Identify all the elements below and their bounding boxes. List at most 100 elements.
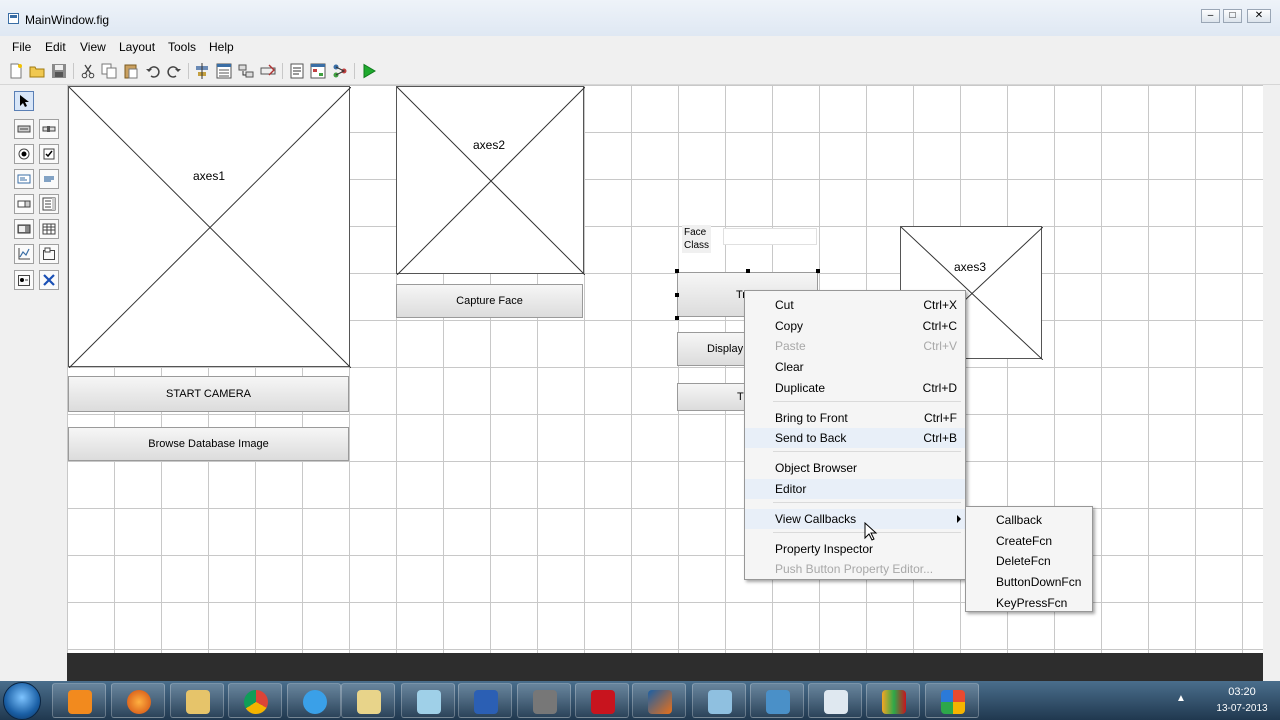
ctx-clear[interactable]: Clear bbox=[745, 357, 965, 377]
axes1[interactable]: axes1 bbox=[68, 86, 351, 368]
align-icon[interactable] bbox=[194, 63, 210, 79]
popup-menu-icon[interactable] bbox=[14, 194, 34, 214]
taskbar-explorer[interactable] bbox=[170, 683, 224, 718]
paste-icon[interactable] bbox=[123, 63, 139, 79]
live-messenger-icon bbox=[882, 690, 906, 714]
taskbar-document-viewer[interactable] bbox=[808, 683, 862, 718]
menu-view[interactable]: View bbox=[80, 40, 106, 54]
ctx-duplicate[interactable]: Duplicate Ctrl+D bbox=[745, 378, 965, 398]
menu-help[interactable]: Help bbox=[209, 40, 234, 54]
checkbox-icon[interactable] bbox=[39, 144, 59, 164]
submenu-keypressfcn[interactable]: KeyPressFcn bbox=[966, 592, 1092, 612]
taskbar-acrobat[interactable] bbox=[575, 683, 629, 718]
table-icon[interactable] bbox=[39, 219, 59, 239]
face-class-label: Face Class bbox=[682, 225, 712, 253]
taskbar-media-player[interactable] bbox=[52, 683, 106, 718]
save-icon[interactable] bbox=[51, 63, 67, 79]
pushbutton-icon[interactable] bbox=[14, 119, 34, 139]
ctx-object-browser[interactable]: Object Browser bbox=[745, 458, 965, 478]
submenu-buttondownfcn[interactable]: ButtonDownFcn bbox=[966, 571, 1092, 591]
taskbar-chrome[interactable] bbox=[228, 683, 282, 718]
toolbar-separator bbox=[282, 63, 283, 79]
axes-placeholder-cross bbox=[397, 87, 585, 275]
copy-icon[interactable] bbox=[101, 63, 117, 79]
select-arrow-icon[interactable] bbox=[14, 91, 34, 111]
run-icon[interactable] bbox=[361, 63, 377, 79]
new-icon[interactable] bbox=[8, 63, 24, 79]
menu-file[interactable]: File bbox=[12, 40, 31, 54]
static-text-icon[interactable] bbox=[39, 169, 59, 189]
maximize-button[interactable]: □ bbox=[1223, 9, 1242, 23]
browse-database-image-button[interactable]: Browse Database Image bbox=[68, 427, 349, 461]
minimize-button[interactable]: – bbox=[1201, 9, 1220, 23]
panel-icon[interactable] bbox=[39, 244, 59, 264]
ctx-editor[interactable]: Editor bbox=[745, 479, 965, 499]
ctx-cut[interactable]: Cut Ctrl+X bbox=[745, 295, 965, 315]
toggle-button-icon[interactable] bbox=[14, 219, 34, 239]
taskbar-internet-explorer[interactable] bbox=[287, 683, 341, 718]
toolbar-editor-icon[interactable] bbox=[260, 63, 276, 79]
redo-icon[interactable] bbox=[166, 63, 182, 79]
selection-handle[interactable] bbox=[746, 269, 750, 273]
taskbar-scanner[interactable] bbox=[517, 683, 571, 718]
toolbar bbox=[0, 58, 1280, 85]
mouse-cursor-icon bbox=[864, 522, 878, 541]
menu-layout[interactable]: Layout bbox=[119, 40, 155, 54]
submenu-deletefcn[interactable]: DeleteFcn bbox=[966, 550, 1092, 570]
paint-icon bbox=[708, 690, 732, 714]
selection-handle[interactable] bbox=[675, 316, 679, 320]
menu-tools[interactable]: Tools bbox=[168, 40, 196, 54]
open-icon[interactable] bbox=[29, 63, 45, 79]
listbox-icon[interactable] bbox=[39, 194, 59, 214]
ctx-property-inspector[interactable]: Property Inspector bbox=[745, 539, 965, 559]
menu-edit[interactable]: Edit bbox=[45, 40, 66, 54]
taskbar-photo-viewer[interactable] bbox=[750, 683, 804, 718]
menu-separator bbox=[773, 401, 961, 402]
object-browser-icon[interactable] bbox=[332, 63, 348, 79]
taskbar-notepad[interactable] bbox=[401, 683, 455, 718]
ctx-bring-to-front[interactable]: Bring to Front Ctrl+F bbox=[745, 408, 965, 428]
property-inspector-icon[interactable] bbox=[310, 63, 326, 79]
axes2[interactable]: axes2 bbox=[396, 86, 585, 275]
taskbar-live-messenger[interactable] bbox=[866, 683, 920, 718]
tab-order-icon[interactable] bbox=[238, 63, 254, 79]
button-group-icon[interactable] bbox=[14, 270, 34, 290]
clock-date[interactable]: 13-07-2013 bbox=[1212, 703, 1272, 714]
ctx-view-callbacks[interactable]: View Callbacks bbox=[745, 509, 965, 529]
taskbar-word[interactable] bbox=[458, 683, 512, 718]
slider-icon[interactable] bbox=[39, 119, 59, 139]
taskbar-file-manager[interactable] bbox=[341, 683, 395, 718]
selection-handle[interactable] bbox=[675, 269, 679, 273]
edit-text-icon[interactable] bbox=[14, 169, 34, 189]
close-button[interactable]: ✕ bbox=[1247, 9, 1271, 23]
submenu-createfcn[interactable]: CreateFcn bbox=[966, 530, 1092, 550]
ctx-copy[interactable]: Copy Ctrl+C bbox=[745, 316, 965, 336]
start-button[interactable] bbox=[3, 682, 41, 720]
selection-handle[interactable] bbox=[675, 293, 679, 297]
taskbar-paint[interactable] bbox=[692, 683, 746, 718]
radio-button-icon[interactable] bbox=[14, 144, 34, 164]
axes-icon[interactable] bbox=[14, 244, 34, 264]
activex-icon[interactable] bbox=[39, 270, 59, 290]
start-camera-button[interactable]: START CAMERA bbox=[68, 376, 349, 412]
capture-face-button[interactable]: Capture Face bbox=[396, 284, 583, 318]
mfile-editor-icon[interactable] bbox=[289, 63, 305, 79]
tray-expand-icon[interactable]: ▲ bbox=[1176, 693, 1186, 704]
menu-bar: File Edit View Layout Tools Help bbox=[0, 36, 1280, 58]
taskbar-firefox[interactable] bbox=[111, 683, 165, 718]
face-class-edit[interactable] bbox=[723, 228, 817, 245]
firefox-icon bbox=[127, 690, 151, 714]
cut-icon[interactable] bbox=[80, 63, 96, 79]
axes-label: axes2 bbox=[473, 138, 506, 152]
clock-time[interactable]: 03:20 bbox=[1212, 686, 1272, 698]
menu-editor-icon[interactable] bbox=[216, 63, 232, 79]
taskbar-matlab[interactable] bbox=[632, 683, 686, 718]
component-palette bbox=[0, 85, 66, 655]
submenu-callback[interactable]: Callback bbox=[966, 509, 1092, 529]
title-bar: MainWindow.fig – □ ✕ bbox=[0, 0, 1280, 36]
selection-handle[interactable] bbox=[816, 269, 820, 273]
notepad-icon bbox=[417, 690, 441, 714]
taskbar-tiles[interactable] bbox=[925, 683, 979, 718]
undo-icon[interactable] bbox=[145, 63, 161, 79]
ctx-send-to-back[interactable]: Send to Back Ctrl+B bbox=[745, 428, 965, 448]
